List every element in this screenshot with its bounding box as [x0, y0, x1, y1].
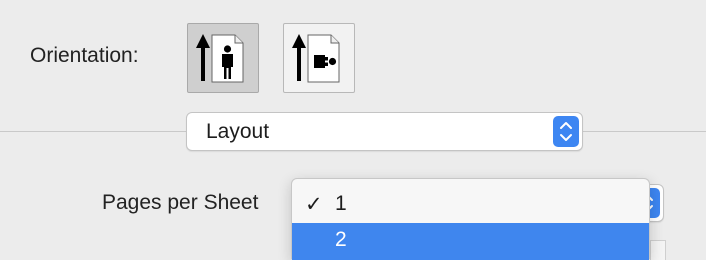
pages-per-sheet-label: Pages per Sheet [102, 191, 259, 214]
landscape-orientation-icon [292, 34, 340, 83]
section-divider-left [0, 131, 186, 132]
orientation-label: Orientation: [30, 44, 139, 67]
section-popup-value: Layout [206, 120, 270, 143]
portrait-orientation-icon [196, 34, 244, 83]
lower-field-edge [650, 240, 666, 260]
pages-per-sheet-menu: ✓ 1 2 [291, 178, 650, 260]
landscape-orientation-button[interactable] [283, 23, 355, 93]
section-divider-right [583, 131, 706, 132]
menu-item-label: 1 [335, 192, 347, 215]
menu-item-1[interactable]: ✓ 1 [292, 187, 649, 220]
portrait-orientation-button[interactable] [187, 23, 259, 93]
menu-item-label: 2 [335, 228, 347, 251]
up-down-chevron-icon [553, 116, 579, 147]
checkmark-icon: ✓ [305, 193, 323, 216]
menu-item-2[interactable]: 2 [292, 223, 649, 260]
section-popup-button[interactable]: Layout [186, 112, 583, 151]
